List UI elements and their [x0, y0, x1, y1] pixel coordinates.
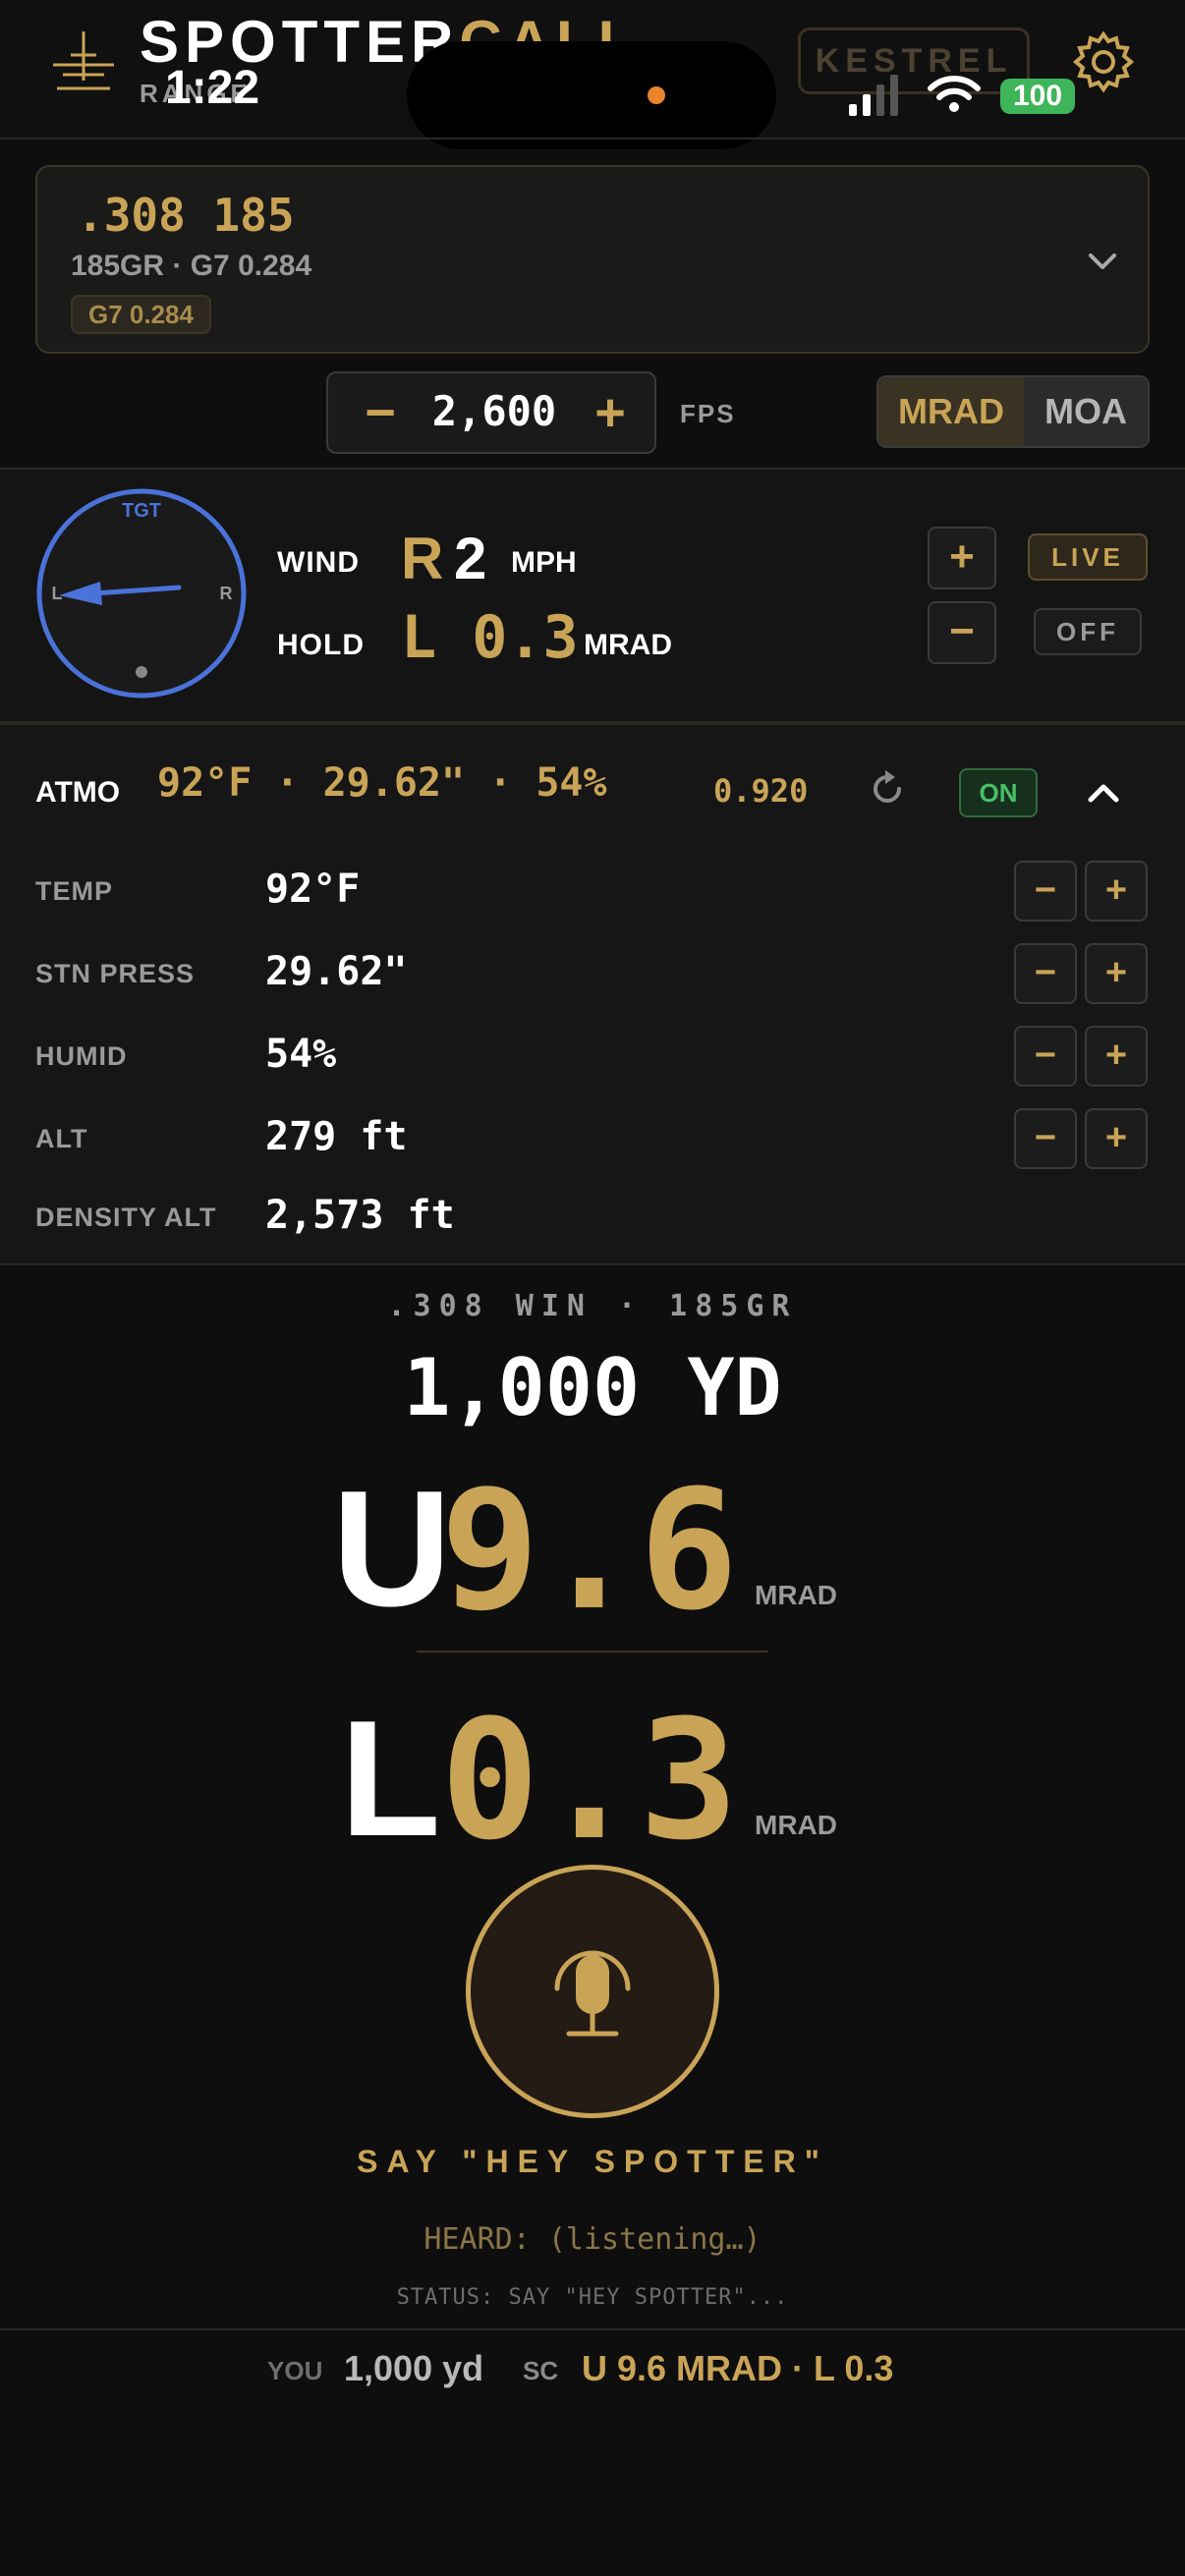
- windage-unit: MRAD: [755, 1810, 837, 1840]
- battery-indicator: 100: [1000, 79, 1075, 114]
- humidity-label: HUMID: [35, 1041, 128, 1071]
- elevation-direction: U: [332, 1456, 452, 1641]
- wind-compass[interactable]: TGT L R: [35, 487, 248, 700]
- altitude-decrease-button[interactable]: −: [1014, 1108, 1077, 1169]
- microphone-icon: [554, 1950, 631, 2037]
- temp-increase-button[interactable]: +: [1085, 861, 1148, 922]
- elevation-unit: MRAD: [755, 1580, 837, 1610]
- wind-decrease-button[interactable]: −: [928, 601, 996, 664]
- ammo-detail: 185GR · G7 0.284: [71, 250, 312, 282]
- atmo-on-toggle[interactable]: ON: [959, 768, 1038, 817]
- unit-toggle: MRAD MOA: [876, 375, 1150, 448]
- temp-value: 92°F: [265, 867, 361, 912]
- pressure-decrease-button[interactable]: −: [1014, 943, 1077, 1004]
- altitude-increase-button[interactable]: +: [1085, 1108, 1148, 1169]
- header-divider: [0, 138, 1185, 140]
- wind-direction: R: [401, 526, 444, 591]
- altitude-label: ALT: [35, 1124, 88, 1153]
- dynamic-island: [407, 41, 776, 149]
- recording-indicator: [648, 86, 665, 104]
- elevation-value: 9.6: [440, 1454, 739, 1647]
- atmo-summary: 92°F · 29.62" · 54%: [157, 760, 607, 806]
- compass-left-label: L: [52, 584, 63, 603]
- refresh-icon[interactable]: [865, 766, 910, 812]
- humidity-decrease-button[interactable]: −: [1014, 1026, 1077, 1087]
- chevron-up-icon[interactable]: [1081, 770, 1126, 815]
- humidity-value: 54%: [265, 1032, 337, 1077]
- gear-icon[interactable]: [1071, 29, 1136, 94]
- hold-label: HOLD: [277, 629, 365, 661]
- unit-mrad-button[interactable]: MRAD: [878, 377, 1024, 446]
- ammo-name: .308 185: [77, 189, 295, 242]
- pressure-increase-button[interactable]: +: [1085, 943, 1148, 1004]
- dope-divider: [417, 1651, 768, 1652]
- footer-divider: [0, 2328, 1185, 2330]
- wind-off-button[interactable]: OFF: [1034, 608, 1142, 655]
- footer-you-value: 1,000 yd: [344, 2348, 484, 2388]
- heard-text: HEARD: (listening…): [423, 2222, 762, 2257]
- wind-speed: 2: [454, 526, 487, 591]
- pressure-label: STN PRESS: [35, 959, 196, 988]
- crosshair-icon: [53, 31, 114, 90]
- humidity-increase-button[interactable]: +: [1085, 1026, 1148, 1087]
- windage-direction: L: [340, 1686, 441, 1871]
- footer-sc-value: U 9.6 MRAD · L 0.3: [582, 2348, 894, 2388]
- hold-unit: MRAD: [584, 629, 672, 661]
- wind-speed-unit: MPH: [511, 546, 577, 579]
- temp-decrease-button[interactable]: −: [1014, 861, 1077, 922]
- footer-sc-label: SC: [523, 2356, 559, 2385]
- bc-badge: G7 0.284: [71, 295, 211, 334]
- voice-hint: SAY "HEY SPOTTER": [357, 2144, 828, 2179]
- section-divider: [0, 1263, 1185, 1265]
- atmo-label: ATMO: [35, 776, 121, 809]
- pressure-value: 29.62": [265, 949, 408, 994]
- density-alt-value: 2,573 ft: [265, 1193, 455, 1238]
- footer-you-label: YOU: [267, 2356, 323, 2385]
- velocity-stepper: − 2,600 +: [326, 371, 656, 454]
- velocity-unit: FPS: [680, 399, 736, 428]
- wind-increase-button[interactable]: +: [928, 527, 996, 589]
- compass-right-label: R: [220, 584, 233, 603]
- atmo-bc-factor: 0.920: [713, 772, 809, 810]
- windage-value: 0.3: [440, 1684, 739, 1876]
- compass-target-label: TGT: [122, 500, 161, 522]
- kestrel-button[interactable]: KESTREL: [798, 28, 1030, 94]
- shooter-dot: [136, 666, 147, 678]
- hold-value: L 0.3: [401, 603, 579, 672]
- chevron-down-icon[interactable]: [1081, 240, 1124, 283]
- dope-range: 1,000 YD: [403, 1342, 782, 1433]
- velocity-decrease-button[interactable]: −: [356, 381, 405, 444]
- density-alt-label: DENSITY ALT: [35, 1203, 217, 1232]
- altitude-value: 279 ft: [265, 1114, 408, 1159]
- velocity-increase-button[interactable]: +: [586, 381, 635, 444]
- signal-icon: [849, 75, 898, 116]
- status-text: STATUS: SAY "HEY SPOTTER"...: [396, 2285, 789, 2310]
- unit-moa-button[interactable]: MOA: [1024, 377, 1148, 446]
- app-header: SPOTTERCALL RANGE 1:22 KESTREL 100: [0, 0, 1185, 149]
- ammo-selector[interactable]: .308 185 185GR · G7 0.284 G7 0.284: [35, 165, 1150, 354]
- wind-label: WIND: [277, 546, 360, 579]
- dope-ammo-line: .308 WIN · 185GR: [387, 1289, 798, 1323]
- wifi-icon: [928, 76, 981, 112]
- temp-label: TEMP: [35, 876, 114, 906]
- status-clock: 1:22: [165, 62, 260, 114]
- live-wind-button[interactable]: LIVE: [1028, 533, 1148, 581]
- velocity-value: 2,600: [431, 387, 557, 435]
